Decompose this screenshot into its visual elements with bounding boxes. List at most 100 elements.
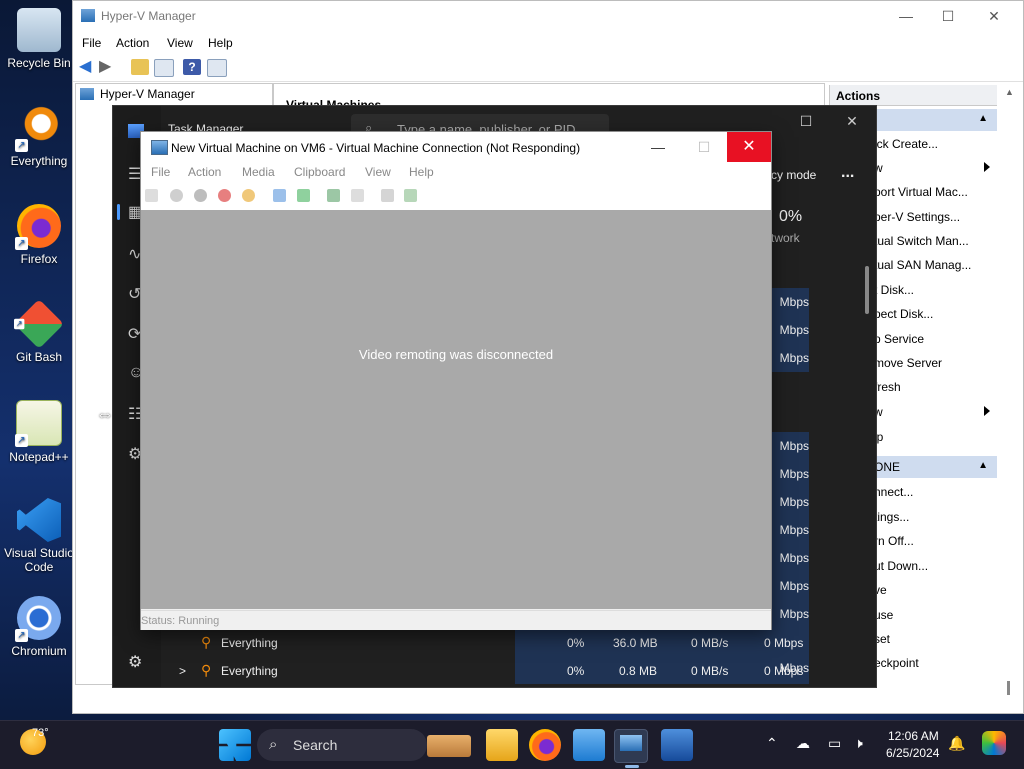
menu-help[interactable]: Help [208, 36, 233, 50]
desktop-icon-recycle-bin[interactable]: Recycle Bin [4, 8, 74, 70]
desktop-icon-label: Git Bash [15, 350, 63, 364]
everything-process-icon: ⚲ [201, 662, 212, 678]
desktop-icon-chromium[interactable]: ↗ Chromium [4, 596, 74, 658]
save-state-icon[interactable] [242, 189, 255, 202]
copilot-icon[interactable] [982, 731, 1006, 755]
checkpoint-icon[interactable] [327, 189, 340, 202]
vm-close-button[interactable]: ✕ [727, 132, 771, 162]
cloud-icon[interactable]: ☁ [796, 735, 810, 752]
scroll-up-icon[interactable]: ▲ [1005, 87, 1014, 97]
firefox-taskbar-icon[interactable] [529, 729, 561, 761]
window-title: Hyper-V Manager [101, 9, 196, 23]
hyperv-node-icon [80, 88, 94, 100]
network-column-header[interactable]: twork [771, 231, 800, 245]
process-cpu: 0% [567, 664, 585, 678]
title-bar: Hyper-V Manager — ☐ ✕ [73, 1, 1023, 31]
minimize-button[interactable]: — [883, 1, 929, 31]
desktop-icon-label: Notepad++ [9, 450, 69, 464]
vm-menu-clipboard[interactable]: Clipboard [294, 165, 345, 179]
folder-up-icon[interactable] [131, 59, 149, 75]
vm-window-title: New Virtual Machine on VM6 - Virtual Mac… [171, 141, 581, 155]
tm-maximize-button[interactable]: ☐ [783, 106, 829, 136]
notifications-bell-icon[interactable]: 🔔 [948, 735, 965, 752]
start-button[interactable] [219, 729, 251, 761]
server-manager-icon[interactable] [573, 729, 605, 761]
revert-icon[interactable] [351, 189, 364, 202]
process-disk: 0 MB/s [691, 636, 729, 650]
desktop-icon-everything[interactable]: ↗ Everything [4, 106, 74, 168]
ctrl-alt-del-icon[interactable] [145, 189, 158, 202]
shut-down-icon[interactable] [218, 189, 231, 202]
network-icon[interactable]: ▭ [828, 735, 841, 752]
process-list: ⚲ Everything 0% 36.0 MB 0 MB/s 0 Mbps > … [161, 624, 875, 687]
vm-maximize-button[interactable]: ☐ [681, 132, 727, 162]
selected-indicator [117, 204, 120, 220]
menu-action[interactable]: Action [116, 36, 149, 50]
search-highlight-icon [427, 735, 471, 757]
vm-display-area[interactable]: Video remoting was disconnected [141, 210, 771, 609]
desktop-icon-vscode[interactable]: ↗ Visual Studio Code [4, 498, 74, 574]
tm-scrollbar-thumb[interactable] [865, 266, 869, 314]
hyperv-taskbar-icon[interactable] [614, 729, 648, 768]
vm-menu-view[interactable]: View [365, 165, 391, 179]
maximize-button[interactable]: ☐ [925, 1, 971, 31]
desktop-icon-label: Firefox [20, 252, 58, 266]
tree-root-label[interactable]: Hyper-V Manager [100, 87, 195, 101]
clock-time[interactable]: 12:06 AM [888, 729, 939, 743]
help-icon[interactable]: ? [183, 59, 201, 75]
turn-off-icon[interactable] [194, 189, 207, 202]
process-row[interactable]: > ⚲ Everything 0% 0.8 MB 0 MB/s 0 Mbps [161, 656, 875, 684]
share-icon[interactable] [404, 189, 417, 202]
show-hide-tree-icon[interactable] [154, 59, 174, 77]
vertical-scrollbar[interactable]: ▲ [997, 85, 1021, 705]
task-manager-taskbar-icon[interactable] [661, 729, 693, 761]
vm-toolbar [141, 182, 771, 211]
chromium-icon: ↗ [15, 596, 61, 642]
weather-temp[interactable]: 73° [32, 727, 49, 739]
vm-menu-media[interactable]: Media [242, 165, 275, 179]
expand-chevron-icon[interactable]: > [179, 664, 186, 678]
desktop-icon-notepad-plus-plus[interactable]: ↗ Notepad++ [4, 400, 74, 464]
enhanced-session-icon[interactable] [381, 189, 394, 202]
vm-menu-file[interactable]: File [151, 165, 170, 179]
desktop-icon-firefox[interactable]: ↗ Firefox [4, 204, 74, 266]
menu-view[interactable]: View [167, 36, 193, 50]
settings-gear-icon[interactable]: ⚙ [128, 652, 142, 672]
tm-close-button[interactable]: ✕ [829, 106, 875, 136]
volume-muted-icon[interactable]: 🕨 [854, 735, 863, 752]
desktop-icon-label: Everything [10, 154, 68, 168]
vm-connection-window: New Virtual Machine on VM6 - Virtual Mac… [140, 131, 772, 630]
actions-header: Actions [830, 85, 998, 106]
vscode-icon: ↗ [17, 498, 61, 542]
vm-minimize-button[interactable]: — [635, 132, 681, 162]
process-name: Everything [221, 636, 278, 650]
more-options-button[interactable]: ... [841, 164, 854, 182]
file-explorer-icon[interactable] [486, 729, 518, 761]
back-arrow-icon[interactable]: ◀ [79, 59, 97, 75]
pause-icon[interactable] [273, 189, 286, 202]
desktop-icon-label: Chromium [11, 644, 67, 658]
taskbar-search-box[interactable]: ⌕ Search [257, 729, 471, 761]
recycle-bin-icon [17, 8, 61, 52]
vm-title-bar: New Virtual Machine on VM6 - Virtual Mac… [141, 132, 771, 162]
vm-menu-help[interactable]: Help [409, 165, 434, 179]
start-icon[interactable] [170, 189, 183, 202]
efficiency-mode-button[interactable]: cy mode [771, 168, 816, 182]
clock-date[interactable]: 6/25/2024 [886, 746, 939, 760]
scroll-thumb[interactable] [1007, 681, 1010, 695]
close-button[interactable]: ✕ [971, 1, 1017, 31]
submenu-arrow-icon [984, 406, 990, 416]
process-row[interactable]: ⚲ Everything 0% 36.0 MB 0 MB/s 0 Mbps [161, 628, 875, 656]
action-pane-icon[interactable] [207, 59, 227, 77]
disconnected-message: Video remoting was disconnected [358, 347, 554, 362]
process-memory: 36.0 MB [613, 636, 658, 650]
git-bash-icon: ↗ [14, 299, 64, 349]
reset-icon[interactable] [297, 189, 310, 202]
vm-menu-action[interactable]: Action [188, 165, 221, 179]
menu-file[interactable]: File [82, 36, 101, 50]
firefox-icon: ↗ [15, 204, 61, 250]
desktop-icon-git-bash[interactable]: ↗ Git Bash [4, 299, 74, 364]
process-name: Everything [221, 664, 278, 678]
show-hidden-icons-chevron-icon[interactable]: ⌃ [766, 735, 778, 752]
forward-arrow-icon[interactable]: ▶ [99, 59, 117, 75]
